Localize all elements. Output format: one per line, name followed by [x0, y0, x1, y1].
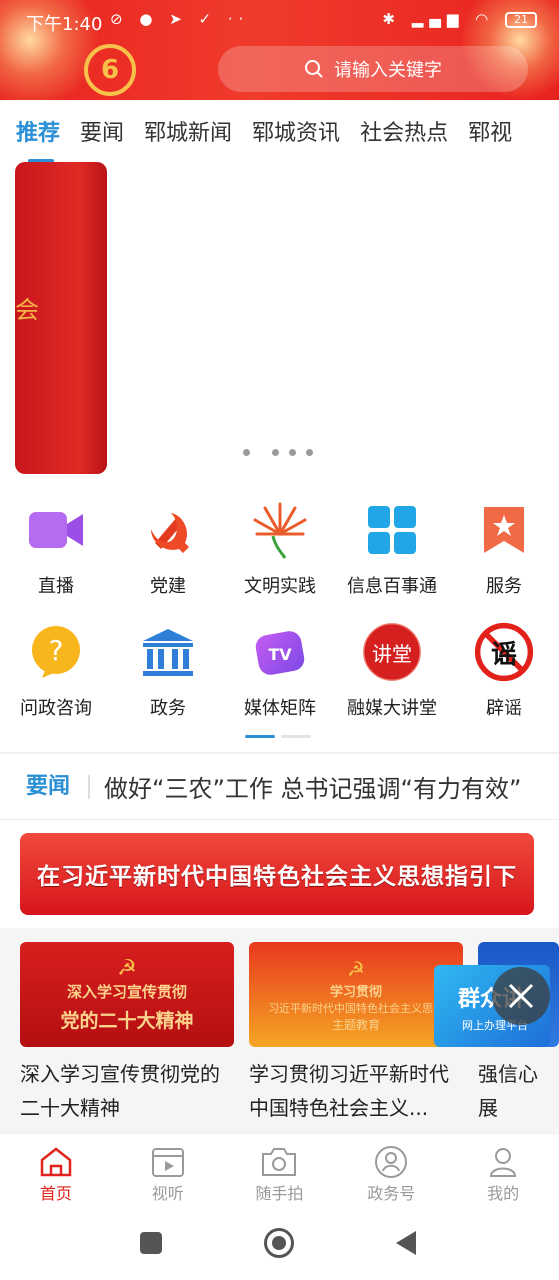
headline-ticker[interactable]: 要闻 做好“三农”工作 总书记强调“有力有效” — [0, 754, 559, 820]
nav-home[interactable]: 首页 — [0, 1134, 112, 1215]
search-placeholder: 请输入关键字 — [334, 60, 442, 81]
card-image: ☭ 深入学习宣传贯彻 党的二十大精神 — [20, 942, 234, 1047]
grid-item-info[interactable]: 信息百事通 — [336, 500, 448, 598]
search-input[interactable]: 请输入关键字 — [218, 46, 528, 92]
rumor-icon: 谣 — [474, 622, 534, 682]
card-title: 深入学习宣传贯彻党的二十大精神 — [20, 1062, 220, 1120]
news-card[interactable]: ☭ 深入学习宣传贯彻 党的二十大精神 深入学习宣传贯彻党的二十大精神 — [20, 942, 234, 1125]
card-image: ☭ 学习贯彻 习近平新时代中国特色社会主义思想 主题教育 — [249, 942, 463, 1047]
grid-item-consult[interactable]: ? 问政咨询 — [0, 622, 112, 720]
theme-banner[interactable]: 在习近平新时代中国特色社会主义思想指引下 — [20, 833, 534, 915]
news-card[interactable]: ☭ 学习贯彻 习近平新时代中国特色社会主义思想 主题教育 学习贯彻习近平新时代中… — [249, 942, 463, 1125]
notification-icons: ⊘ ● ➤ ✓ ·· — [110, 10, 250, 28]
status-bar: 下午1:40 ⊘ ● ➤ ✓ ·· ✱ ▂▄▆ ◠ 21 — [0, 0, 559, 40]
status-time: 下午1:40 — [26, 14, 103, 35]
camera-icon — [224, 1144, 336, 1180]
rumor-badge: 谣 — [490, 639, 517, 670]
battery-icon: 21 — [505, 11, 537, 28]
carousel-banner[interactable]: 会 — [15, 162, 107, 474]
nav-video[interactable]: 视听 — [112, 1134, 224, 1215]
tab-headlines[interactable]: 要闻 — [80, 115, 124, 147]
tab-yuncheng-info[interactable]: 郓城资讯 — [252, 115, 340, 147]
tv-icon: TV — [250, 622, 310, 682]
channel-tabs: 推荐 要闻 郓城新闻 郓城资讯 社会热点 郓视 — [0, 100, 559, 162]
grid-item-civilization[interactable]: 文明实践 — [224, 500, 336, 598]
close-ad-button[interactable] — [492, 967, 550, 1025]
grid-item-service[interactable]: 服务 — [448, 500, 559, 598]
party-emblem-icon — [138, 500, 198, 560]
card-title: 强信心 展 — [478, 1062, 538, 1120]
app-header: 下午1:40 ⊘ ● ➤ ✓ ·· ✱ ▂▄▆ ◠ 21 6 请输入关键字 — [0, 0, 559, 100]
tab-social-hot[interactable]: 社会热点 — [360, 115, 448, 147]
tab-recommend[interactable]: 推荐 — [16, 115, 60, 162]
search-icon — [305, 60, 323, 78]
back-button[interactable] — [396, 1231, 416, 1255]
user-icon — [447, 1144, 559, 1180]
grid-pager — [245, 735, 311, 738]
grid-item-rumor[interactable]: 谣 辟谣 — [448, 622, 559, 720]
video-icon — [26, 500, 86, 560]
recent-apps-button[interactable] — [140, 1232, 162, 1254]
grid-item-party[interactable]: 党建 — [112, 500, 224, 598]
bookmark-star-icon — [474, 500, 534, 560]
nav-mine[interactable]: 我的 — [447, 1134, 559, 1215]
play-icon — [112, 1144, 224, 1180]
bottom-navigation: 首页 视听 随手拍 政务号 我的 — [0, 1133, 559, 1215]
grid-item-live[interactable]: 直播 — [0, 500, 112, 598]
theme-banner-text: 在习近平新时代中国特色社会主义思想指引下 — [37, 864, 517, 890]
party-emblem-icon: ☭ — [347, 956, 365, 981]
nav-snapshot[interactable]: 随手拍 — [224, 1134, 336, 1215]
party-emblem-icon: ☭ — [117, 956, 137, 981]
banner-text: 会 — [15, 296, 39, 324]
government-building-icon — [138, 622, 198, 682]
grid-item-lecture[interactable]: 讲堂 融媒大讲堂 — [336, 622, 448, 720]
grid-four-icon — [362, 500, 422, 560]
badge-person-icon — [335, 1144, 447, 1180]
nav-gov-account[interactable]: 政务号 — [335, 1134, 447, 1215]
question-bubble-icon: ? — [26, 622, 86, 682]
svg-text:?: ? — [49, 634, 64, 667]
lecture-icon: 讲堂 — [362, 622, 422, 682]
card-title: 学习贯彻习近平新时代中国特色社会主义... — [249, 1062, 449, 1120]
ticker-text[interactable]: 做好“三农”工作 总书记强调“有力有效” — [104, 769, 521, 804]
home-icon — [0, 1144, 112, 1180]
ticker-tag: 要闻 — [26, 774, 91, 799]
close-icon — [508, 983, 534, 1009]
tab-yuncheng-video[interactable]: 郓视 — [468, 115, 512, 147]
svg-text:TV: TV — [268, 645, 292, 664]
grid-item-government[interactable]: 政务 — [112, 622, 224, 720]
system-icons: ✱ ▂▄▆ ◠ 21 — [382, 10, 537, 28]
grid-item-media[interactable]: TV 媒体矩阵 — [224, 622, 336, 720]
anniversary-logo: 6 — [84, 44, 136, 96]
tab-yuncheng-news[interactable]: 郓城新闻 — [144, 115, 232, 147]
civilization-icon — [250, 500, 310, 560]
lecture-badge: 讲堂 — [372, 641, 412, 666]
carousel-dots — [243, 449, 313, 456]
home-button[interactable] — [264, 1228, 294, 1258]
